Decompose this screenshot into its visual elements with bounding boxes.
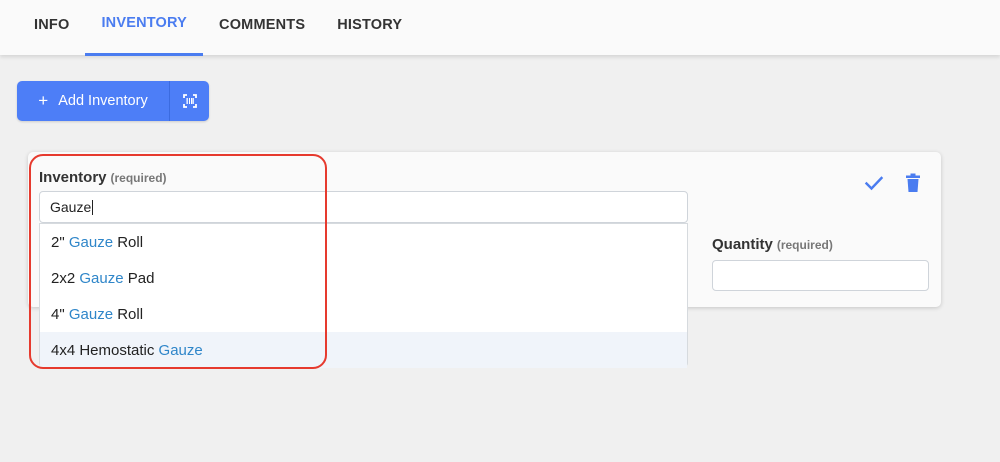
quantity-input[interactable]	[712, 260, 929, 291]
suggestion-option[interactable]: 2x2 Gauze Pad	[40, 260, 687, 296]
quantity-label-text: Quantity	[712, 236, 773, 253]
inventory-field-label: Inventory (required)	[39, 169, 167, 186]
plus-icon: +	[38, 90, 49, 110]
option-suffix: Roll	[113, 233, 144, 251]
inventory-input-value: Gauze	[50, 199, 92, 215]
option-match: Gauze	[68, 233, 114, 251]
option-match: Gauze	[158, 341, 203, 359]
tab-inventory-label: INVENTORY	[101, 15, 188, 31]
text-caret	[92, 199, 94, 215]
confirm-button[interactable]	[864, 173, 884, 198]
add-inventory-button-group: + Add Inventory	[17, 81, 209, 121]
option-prefix: 4x4 Hemostatic	[51, 341, 159, 359]
inventory-suggestions-dropdown: 2" Gauze Roll 2x2 Gauze Pad 4" Gauze Rol…	[39, 223, 688, 368]
inventory-label-text: Inventory	[39, 169, 107, 186]
inventory-required-hint: (required)	[110, 171, 167, 185]
add-inventory-button[interactable]: + Add Inventory	[17, 81, 170, 121]
option-suffix: Pad	[123, 269, 155, 287]
tab-inventory[interactable]: INVENTORY	[85, 0, 204, 56]
option-prefix: 4"	[51, 305, 69, 323]
add-inventory-label: Add Inventory	[58, 93, 148, 109]
quantity-required-hint: (required)	[776, 238, 833, 252]
quantity-field-label: Quantity (required)	[712, 236, 833, 253]
barcode-scan-button[interactable]	[170, 81, 209, 121]
option-suffix: Roll	[113, 305, 144, 323]
option-match: Gauze	[68, 305, 114, 323]
option-prefix: 2x2	[51, 269, 80, 287]
barcode-scan-icon	[182, 94, 197, 108]
tab-info-label: INFO	[34, 17, 70, 33]
inventory-search-input[interactable]: Gauze	[39, 191, 688, 223]
suggestion-option-highlighted[interactable]: 4x4 Hemostatic Gauze	[40, 332, 687, 368]
tab-history[interactable]: HISTORY	[321, 0, 418, 50]
tab-history-label: HISTORY	[337, 17, 403, 33]
tab-comments-label: COMMENTS	[219, 17, 306, 33]
delete-button[interactable]	[905, 173, 921, 198]
tab-bar: INFO INVENTORY COMMENTS HISTORY	[0, 0, 1000, 56]
option-prefix: 2"	[51, 233, 69, 251]
tab-comments[interactable]: COMMENTS	[203, 0, 321, 50]
check-icon	[864, 176, 884, 191]
option-match: Gauze	[79, 269, 124, 287]
trash-icon	[906, 173, 920, 192]
suggestion-option[interactable]: 4" Gauze Roll	[40, 296, 687, 332]
suggestion-option[interactable]: 2" Gauze Roll	[40, 224, 687, 260]
tab-info[interactable]: INFO	[18, 0, 85, 50]
